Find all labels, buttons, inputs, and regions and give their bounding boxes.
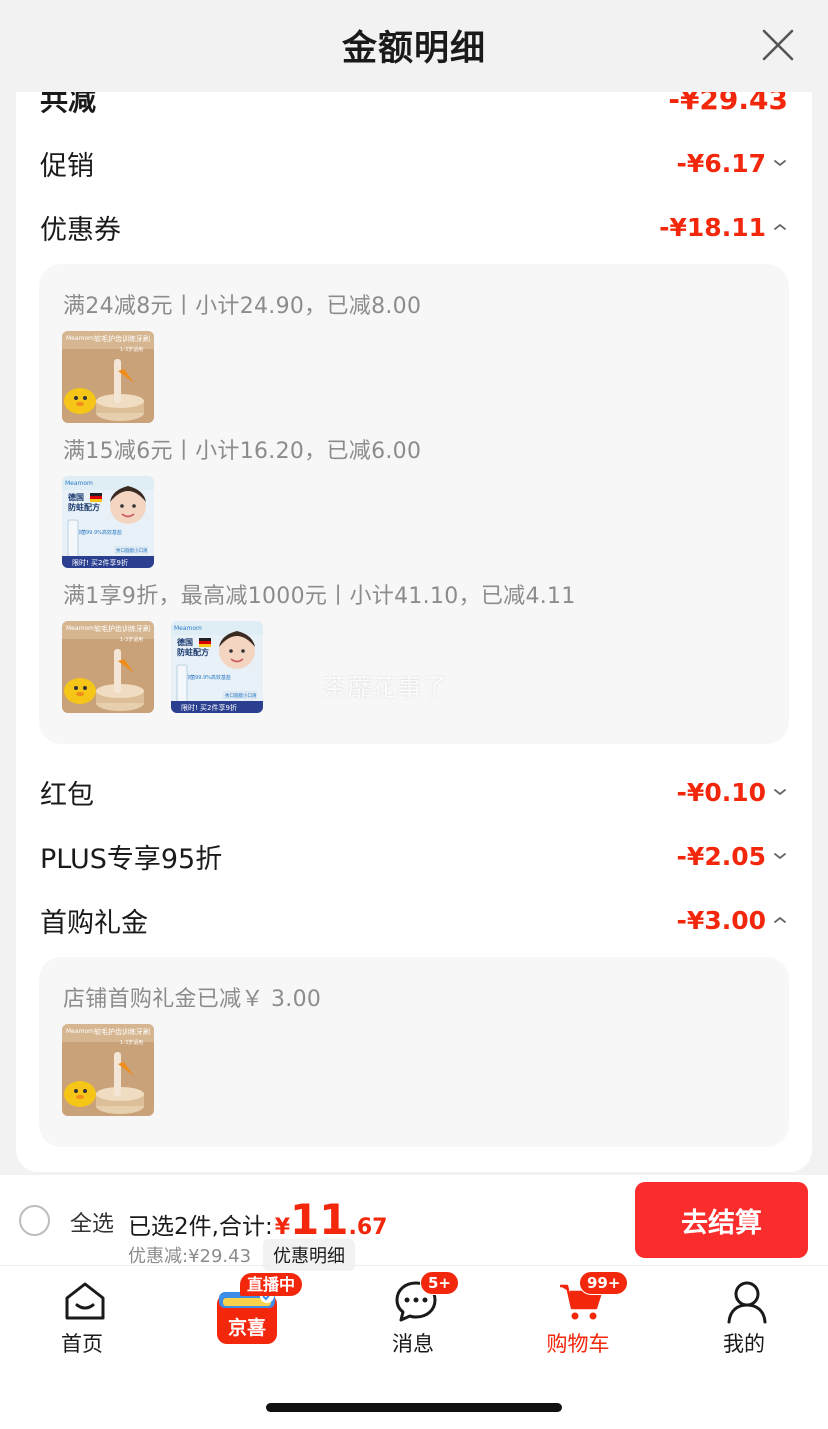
total-discount-row: 共减 -¥29.43 xyxy=(40,92,788,124)
svg-text:Meamom: Meamom xyxy=(174,625,202,632)
coupon-rule-text: 满15减6元丨小计16.20，已减6.00 xyxy=(63,439,422,464)
total-summary: 已选2件,合计: ¥ 11 .67 xyxy=(128,1199,387,1241)
user-icon xyxy=(727,1281,767,1324)
svg-text:秀口圆腮小口清: 秀口圆腮小口清 xyxy=(116,547,148,554)
plus-label: PLUS专享95折 xyxy=(40,843,223,875)
svg-text:防蛀配方: 防蛀配方 xyxy=(177,647,209,657)
chevron-up-icon xyxy=(774,223,786,230)
close-icon[interactable] xyxy=(758,25,798,65)
svg-text:秀口圆腮小口清: 秀口圆腮小口清 xyxy=(225,692,257,699)
price-decimal: .67 xyxy=(348,1215,388,1240)
product-thumb-toothbrush[interactable]: Meamom 软毛护齿训练牙刷 1-3岁适用 xyxy=(62,1024,154,1116)
firstgift-detail-box: 店铺首购礼金已减￥ 3.00 Meamom 软毛护齿训练牙刷 1-3岁适用 xyxy=(39,957,789,1147)
tab-cart[interactable]: 99+ 购物车 xyxy=(518,1266,638,1366)
coupon-label: 优惠券 xyxy=(40,214,121,246)
product-thumb-toothbrush[interactable]: Meamom 软毛护齿训练牙刷 1-3岁适用 xyxy=(62,621,154,713)
svg-text:1-3岁适用: 1-3岁适用 xyxy=(120,636,143,643)
redpacket-value: -¥0.10 xyxy=(676,777,766,807)
chevron-down-icon xyxy=(774,789,786,796)
svg-text:软毛护齿训练牙刷: 软毛护齿训练牙刷 xyxy=(94,624,150,633)
chevron-down-icon xyxy=(774,160,786,167)
svg-text:德国: 德国 xyxy=(177,637,193,647)
tab-live[interactable]: 京喜 直播中 xyxy=(185,1266,305,1366)
amount-detail-modal: 金额明细 共减 -¥29.43 促销 -¥6.17 优惠券 -¥18.11 满2… xyxy=(0,0,828,1175)
svg-text:软毛护齿训练牙刷: 软毛护齿训练牙刷 xyxy=(94,334,150,343)
promo-value: -¥6.17 xyxy=(676,148,766,178)
toothbrush-image: Meamom 软毛护齿训练牙刷 1-3岁适用 xyxy=(62,331,154,423)
messages-badge: 5+ xyxy=(420,1271,460,1295)
home-icon xyxy=(65,1282,105,1320)
home-indicator xyxy=(266,1403,562,1412)
product-thumb-toothpaste[interactable]: Meamom 德国 防蛀配方 抑菌99.9%高效基盐 秀口圆腮小口清 限时! 买… xyxy=(171,621,263,713)
svg-text:Meamom: Meamom xyxy=(66,625,94,632)
selected-count-text: 已选2件,合计: xyxy=(128,1214,273,1240)
plus-value: -¥2.05 xyxy=(676,841,766,871)
watermark: 茶蘼花事了 xyxy=(322,673,448,702)
svg-text:1-3岁适用: 1-3岁适用 xyxy=(120,346,143,353)
total-discount-label: 共减 xyxy=(40,92,97,117)
product-thumb-toothbrush[interactable]: Meamom 软毛护齿训练牙刷 1-3岁适用 xyxy=(62,331,154,423)
svg-text:软毛护齿训练牙刷: 软毛护齿训练牙刷 xyxy=(94,1027,150,1036)
select-all-checkbox[interactable] xyxy=(19,1205,50,1236)
modal-header: 金额明细 xyxy=(0,0,828,92)
chevron-down-icon xyxy=(774,853,786,860)
svg-text:抑菌99.9%高效基盐: 抑菌99.9%高效基盐 xyxy=(185,674,231,681)
tab-messages-label: 消息 xyxy=(392,1332,434,1356)
firstgift-text: 店铺首购礼金已减￥ 3.00 xyxy=(63,987,322,1012)
modal-title: 金额明细 xyxy=(341,29,486,69)
redpacket-label: 红包 xyxy=(40,779,94,811)
firstgift-label: 首购礼金 xyxy=(40,907,148,939)
tab-profile-label: 我的 xyxy=(723,1332,765,1356)
svg-text:Meamom: Meamom xyxy=(65,480,93,487)
detail-sheet: 共减 -¥29.43 促销 -¥6.17 优惠券 -¥18.11 满24减8元丨… xyxy=(16,92,812,1172)
redpacket-row[interactable]: 红包 -¥0.10 xyxy=(40,767,788,817)
price-integer: 11 xyxy=(290,1195,349,1244)
chevron-up-icon xyxy=(774,916,786,923)
toothbrush-image: Meamom 软毛护齿训练牙刷 1-3岁适用 xyxy=(62,621,154,713)
firstgift-row[interactable]: 首购礼金 -¥3.00 xyxy=(40,895,788,945)
cart-footer: 全选 已选2件,合计: ¥ 11 .67 优惠减:¥29.43 优惠明细 去结算… xyxy=(0,1175,828,1429)
price-symbol: ¥ xyxy=(274,1215,291,1240)
tab-profile[interactable]: 我的 xyxy=(684,1266,804,1366)
svg-text:京喜: 京喜 xyxy=(228,1316,266,1339)
svg-text:限时! 买2件享9折: 限时! 买2件享9折 xyxy=(72,558,128,567)
plus-row[interactable]: PLUS专享95折 -¥2.05 xyxy=(40,831,788,881)
coupon-rule-text: 满24减8元丨小计24.90，已减8.00 xyxy=(63,294,422,319)
coupon-value: -¥18.11 xyxy=(659,212,766,242)
product-thumb-toothpaste[interactable]: Meamom 德国 防蛀配方 抑菌99.9%高效基盐 秀口圆腮小口清 限时! 买… xyxy=(62,476,154,568)
toothpaste-image: Meamom 德国 防蛀配方 抑菌99.9%高效基盐 秀口圆腮小口清 限时! 买… xyxy=(171,621,263,713)
total-discount-value: -¥29.43 xyxy=(668,92,788,116)
svg-text:1-3岁适用: 1-3岁适用 xyxy=(120,1039,143,1046)
coupon-row[interactable]: 优惠券 -¥18.11 xyxy=(40,202,788,252)
svg-text:抑菌99.9%高效基盐: 抑菌99.9%高效基盐 xyxy=(76,529,122,536)
cart-badge: 99+ xyxy=(579,1271,629,1295)
svg-text:德国: 德国 xyxy=(68,492,84,502)
promo-row[interactable]: 促销 -¥6.17 xyxy=(40,138,788,188)
tab-cart-label: 购物车 xyxy=(546,1332,610,1356)
svg-text:防蛀配方: 防蛀配方 xyxy=(68,502,100,512)
coupon-rule-text: 满1享9折，最高减1000元丨小计41.10，已减4.11 xyxy=(63,584,576,609)
select-all-label[interactable]: 全选 xyxy=(70,1206,114,1238)
svg-text:限时! 买2件享9折: 限时! 买2件享9折 xyxy=(181,703,237,712)
svg-text:Meamom: Meamom xyxy=(66,1028,94,1035)
tab-messages[interactable]: 5+ 消息 xyxy=(353,1266,473,1366)
bottom-tab-bar: 首页 京喜 直播中 5+ 消息 99+ 购物车 我的 xyxy=(0,1265,828,1385)
firstgift-value: -¥3.00 xyxy=(676,905,766,935)
toothbrush-image: Meamom 软毛护齿训练牙刷 1-3岁适用 xyxy=(62,1024,154,1116)
promo-label: 促销 xyxy=(40,150,94,182)
live-badge: 直播中 xyxy=(240,1273,303,1296)
checkout-button[interactable]: 去结算 xyxy=(635,1182,808,1258)
tab-home-label: 首页 xyxy=(61,1332,103,1356)
toothpaste-image: Meamom 德国 防蛀配方 抑菌99.9%高效基盐 秀口圆腮小口清 限时! 买… xyxy=(62,476,154,568)
svg-text:Meamom: Meamom xyxy=(66,335,94,342)
tab-home[interactable]: 首页 xyxy=(22,1266,142,1366)
